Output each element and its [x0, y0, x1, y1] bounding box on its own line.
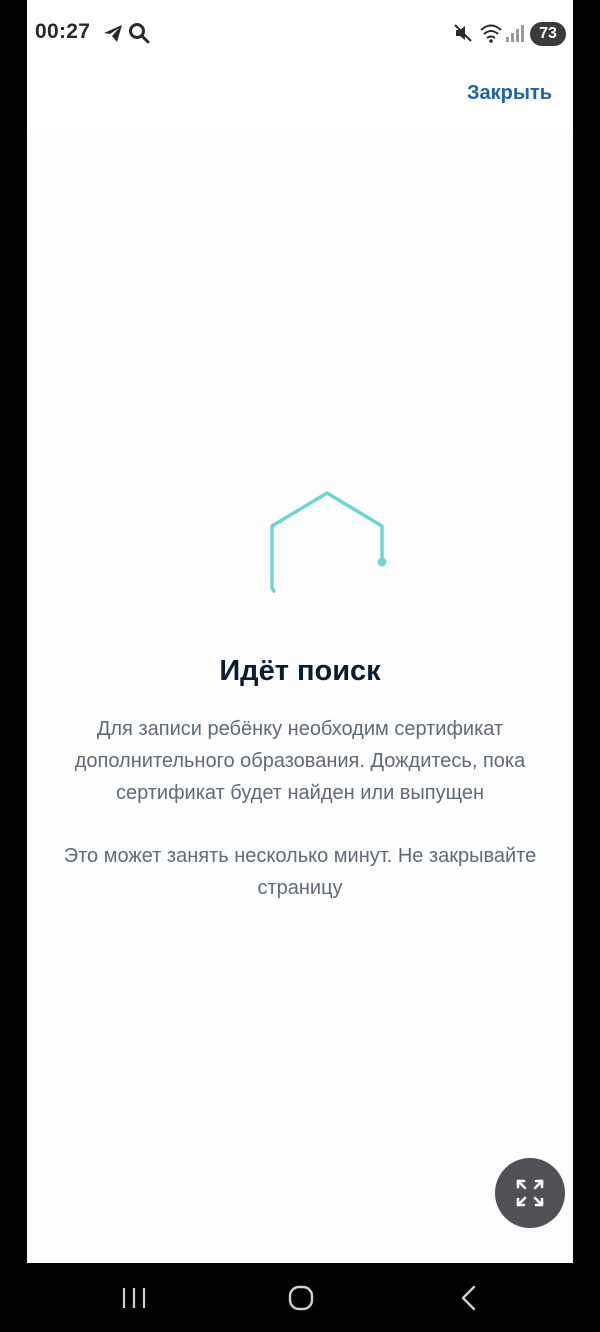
- description-text: Для записи ребёнку необходим сертификат …: [43, 713, 557, 809]
- battery-indicator: 73: [530, 22, 566, 46]
- home-icon[interactable]: [286, 1283, 316, 1318]
- status-bar: 00:27 73: [27, 0, 573, 68]
- telegram-icon: [102, 22, 124, 49]
- signal-icon: [505, 22, 525, 49]
- note-text: Это может занять несколько минут. Не зак…: [43, 840, 557, 904]
- status-time: 00:27: [35, 20, 91, 43]
- hexagon-spinner-icon: [240, 488, 390, 603]
- close-button[interactable]: Закрыть: [467, 82, 552, 105]
- note-line: страницу: [257, 877, 343, 899]
- expand-icon: [516, 1179, 544, 1207]
- description-line: Для записи ребёнку необходим сертификат: [96, 718, 504, 740]
- recent-apps-icon[interactable]: [120, 1283, 148, 1318]
- mute-icon: [452, 22, 474, 49]
- app-screen: 00:27 73 Закрыть Идёт поиск Для записи р…: [27, 0, 573, 1263]
- page-title: Идёт поиск: [219, 655, 381, 687]
- note-line: Это может занять несколько минут. Не зак…: [63, 845, 537, 867]
- navigation-bar: [0, 1263, 600, 1332]
- back-icon[interactable]: [456, 1283, 482, 1318]
- expand-button[interactable]: [495, 1158, 565, 1228]
- top-bar: Закрыть: [27, 68, 573, 130]
- search-icon: [128, 22, 150, 49]
- description-line: дополнительного образования. Дождитесь, …: [74, 750, 526, 772]
- description-line: сертификат будет найден или выпущен: [115, 782, 485, 804]
- wifi-icon: [479, 22, 503, 49]
